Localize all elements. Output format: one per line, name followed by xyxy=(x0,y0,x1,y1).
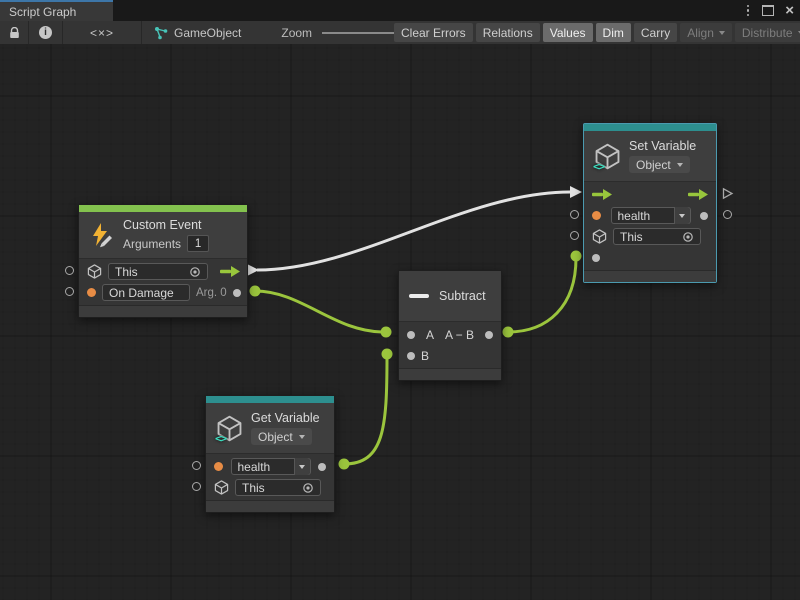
target-ext-port[interactable] xyxy=(570,231,579,240)
dropdown-button[interactable] xyxy=(294,458,310,475)
title-bar: Script Graph × xyxy=(0,0,800,21)
values-button[interactable]: Values xyxy=(543,23,593,42)
variable-name-port[interactable] xyxy=(592,211,601,220)
node-footer xyxy=(206,500,334,512)
object-picker-icon[interactable] xyxy=(302,482,314,494)
node-footer xyxy=(399,368,501,380)
flow-out-ext-port[interactable] xyxy=(721,187,734,205)
name-ext-port[interactable] xyxy=(192,461,201,470)
subtract-icon xyxy=(409,294,429,298)
chevron-down-icon xyxy=(677,163,683,167)
arg0-label: Arg. 0 xyxy=(196,287,227,299)
variable-icon: <> xyxy=(594,143,621,170)
relations-button[interactable]: Relations xyxy=(476,23,540,42)
event-name-port[interactable] xyxy=(87,288,96,297)
variable-scope-dropdown[interactable]: Object xyxy=(251,428,312,445)
lock-button[interactable] xyxy=(0,21,29,44)
tab-script-graph[interactable]: Script Graph xyxy=(0,0,113,21)
wire-subtract-to-setvariable-value[interactable] xyxy=(503,251,582,338)
event-name-field[interactable]: On Damage xyxy=(102,284,190,301)
flow-in-port[interactable] xyxy=(592,189,612,200)
clear-errors-button[interactable]: Clear Errors xyxy=(394,23,473,42)
node-footer xyxy=(79,305,247,317)
chevron-down-icon xyxy=(719,31,725,35)
wire-getvariable-to-subtract-b[interactable] xyxy=(339,349,393,470)
input-b-port[interactable] xyxy=(407,352,415,360)
custom-event-icon xyxy=(89,222,115,248)
arguments-label: Arguments xyxy=(123,237,181,251)
name-ext-port[interactable] xyxy=(570,210,579,219)
value-in-port[interactable] xyxy=(592,254,600,262)
dropdown-button[interactable] xyxy=(674,207,690,224)
graph-target[interactable]: GameObject xyxy=(142,21,253,44)
variable-name-dropdown[interactable]: health xyxy=(611,207,691,224)
close-icon[interactable]: × xyxy=(785,3,794,18)
menu-dots-icon[interactable] xyxy=(745,5,752,17)
variable-icon: <> xyxy=(216,415,243,442)
variable-color-bar xyxy=(206,396,334,403)
node-get-variable[interactable]: <> Get Variable Object health xyxy=(205,395,335,513)
variable-name-dropdown[interactable]: health xyxy=(231,458,311,475)
node-custom-event[interactable]: Custom Event Arguments 1 This xyxy=(78,204,248,318)
object-picker-icon[interactable] xyxy=(682,231,694,243)
variable-name-port[interactable] xyxy=(214,462,223,471)
flow-out-port[interactable] xyxy=(688,189,708,200)
target-ext-port[interactable] xyxy=(192,482,201,491)
value-out-port[interactable] xyxy=(318,463,326,471)
target-field[interactable]: This xyxy=(235,479,321,496)
node-title: Subtract xyxy=(439,289,486,303)
script-graph-asset-icon xyxy=(154,26,168,40)
node-title: Get Variable xyxy=(251,411,320,425)
flow-out-port[interactable] xyxy=(220,266,240,277)
gameobject-cube-icon xyxy=(214,480,229,495)
wire-arg0-to-subtract-a[interactable] xyxy=(250,286,392,338)
distribute-dropdown[interactable]: Distribute xyxy=(735,23,800,42)
tab-title: Script Graph xyxy=(0,5,76,19)
graph-canvas[interactable]: Custom Event Arguments 1 This xyxy=(0,44,800,600)
lock-icon xyxy=(9,27,20,39)
gameobject-cube-icon xyxy=(592,229,607,244)
output-label: A − B xyxy=(445,328,474,342)
variable-color-bar xyxy=(584,124,716,131)
info-button[interactable]: i xyxy=(29,21,63,44)
result-port[interactable] xyxy=(485,331,493,339)
gameobject-cube-icon xyxy=(87,264,102,279)
arg0-out-port[interactable] xyxy=(233,289,241,297)
input-b-label: B xyxy=(421,349,429,363)
target-field[interactable]: This xyxy=(613,228,701,245)
maximize-icon[interactable] xyxy=(762,5,774,16)
graph-toolbar: i <×> GameObject Zoom 1x Clear Errors Re… xyxy=(0,21,800,45)
node-footer xyxy=(584,270,716,282)
dim-button[interactable]: Dim xyxy=(596,23,631,42)
code-icon: <×> xyxy=(90,26,114,40)
node-set-variable[interactable]: <> Set Variable Object xyxy=(583,123,717,283)
event-ext-port[interactable] xyxy=(65,287,74,296)
window-controls: × xyxy=(745,0,794,21)
zoom-label: Zoom xyxy=(281,26,312,40)
value-out-port[interactable] xyxy=(700,212,708,220)
chevron-down-icon xyxy=(299,435,305,439)
wire-flow-customevent-to-setvariable[interactable] xyxy=(247,186,582,276)
arguments-count-field[interactable]: 1 xyxy=(187,235,209,252)
align-dropdown[interactable]: Align xyxy=(680,23,732,42)
variable-scope-dropdown[interactable]: Object xyxy=(629,156,690,173)
info-icon: i xyxy=(39,26,52,39)
input-a-label: A xyxy=(426,328,434,342)
unity-script-graph-window: { "window": { "tab": "Script Graph" }, "… xyxy=(0,0,800,600)
node-title: Custom Event xyxy=(123,218,209,232)
node-title: Set Variable xyxy=(629,139,696,153)
target-ext-port[interactable] xyxy=(65,266,74,275)
node-subtract[interactable]: Subtract A A − B B xyxy=(398,270,502,381)
graph-target-label: GameObject xyxy=(174,26,241,40)
event-color-bar xyxy=(79,205,247,212)
carry-button[interactable]: Carry xyxy=(634,23,677,42)
input-a-port[interactable] xyxy=(407,331,415,339)
code-toggle-button[interactable]: <×> xyxy=(63,21,142,44)
value-out-ext-port[interactable] xyxy=(723,210,732,219)
object-picker-icon[interactable] xyxy=(189,266,201,278)
target-field[interactable]: This xyxy=(108,263,208,280)
